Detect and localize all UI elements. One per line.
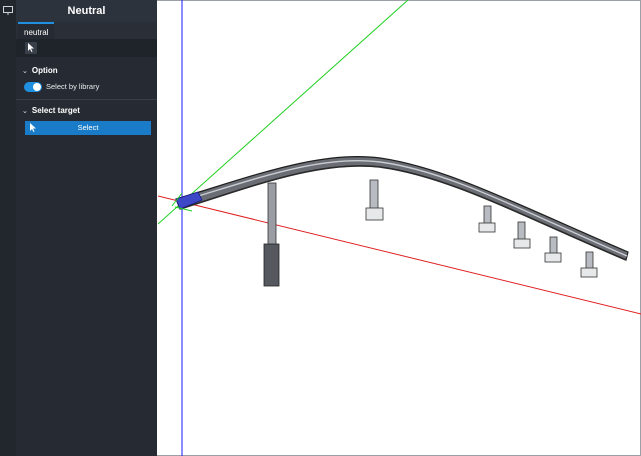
bridge-pier <box>478 205 496 233</box>
properties-panel: Neutral neutral ⌄ Option Select by librar… <box>16 0 157 456</box>
select-target-header-label: Select target <box>31 106 80 115</box>
tool-row <box>16 39 157 57</box>
option-header-label: Option <box>31 66 58 75</box>
axis-x-line <box>158 195 641 315</box>
option-section-header[interactable]: ⌄ Option <box>22 66 58 75</box>
pointer-tool-button[interactable] <box>25 42 37 54</box>
chevron-down-icon: ⌄ <box>22 108 28 115</box>
bridge-deck <box>175 156 629 261</box>
pointer-icon <box>30 123 36 132</box>
section-divider <box>16 99 157 100</box>
select-button-label: Select <box>77 123 99 132</box>
pointer-icon <box>28 43 34 52</box>
bridge-pier <box>513 221 531 249</box>
tab-bar: neutral <box>16 22 157 39</box>
tab-neutral[interactable]: neutral <box>18 22 55 39</box>
chevron-down-icon: ⌄ <box>22 68 28 75</box>
bridge-pier <box>365 179 384 221</box>
panel-title: Neutral <box>16 0 157 22</box>
left-toolstrip <box>0 0 16 456</box>
3d-viewport[interactable] <box>158 0 641 456</box>
bridge-pier <box>544 236 562 263</box>
bridge-pier <box>263 182 280 287</box>
display-icon[interactable] <box>3 6 13 16</box>
select-by-library-label: Select by library <box>46 82 100 91</box>
select-button[interactable]: Select <box>25 121 151 135</box>
select-target-section-header[interactable]: ⌄ Select target <box>22 106 80 115</box>
select-by-library-toggle[interactable] <box>24 82 42 92</box>
toggle-knob <box>33 83 41 91</box>
bridge-pier <box>580 251 598 278</box>
